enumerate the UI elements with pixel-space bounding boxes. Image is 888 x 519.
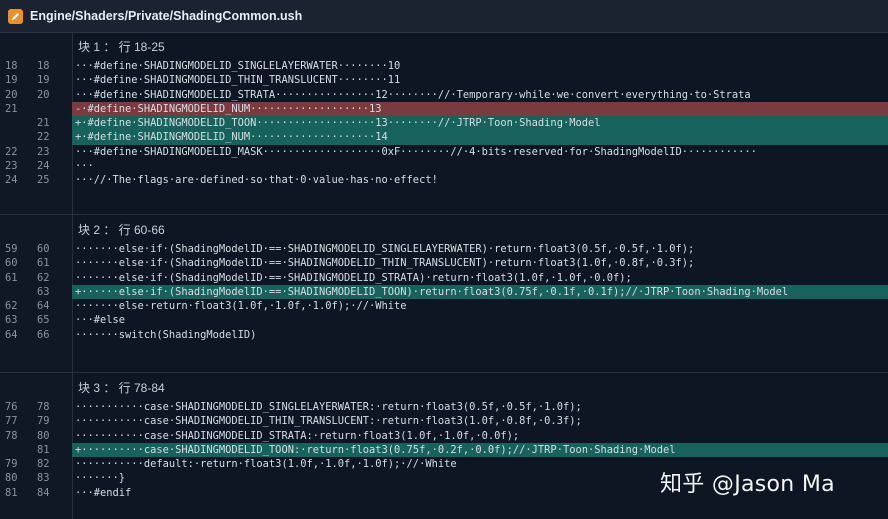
new-line-number: 65 <box>37 314 50 327</box>
code-text[interactable]: ···#define·SHADINGMODELID_SINGLELAYERWAT… <box>72 59 888 73</box>
new-line-number: 81 <box>37 443 50 456</box>
file-path[interactable]: Engine/Shaders/Private/ShadingCommon.ush <box>30 9 302 23</box>
code-text[interactable]: ···#else <box>72 313 888 327</box>
old-line-number: 59 <box>5 243 18 255</box>
new-line-number: 82 <box>37 458 50 471</box>
diff-hunk: 块 2 ： 行 60-66 59 60 ·······else·if·(Shading… <box>0 216 888 342</box>
old-line-number: 22 <box>5 145 18 158</box>
new-line-number: 78 <box>37 401 50 413</box>
old-line-number: 78 <box>5 429 18 442</box>
code-text[interactable]: +·#define·SHADINGMODELID_NUM············… <box>72 130 888 145</box>
old-line-number: 64 <box>5 328 18 341</box>
code-text[interactable]: ···//·The·flags·are·defined·so·that·0·va… <box>72 173 888 187</box>
code-text[interactable]: ·······switch(ShadingModelID) <box>72 328 888 342</box>
code-text[interactable]: ···#define·SHADINGMODELID_STRATA········… <box>72 88 888 102</box>
deleted-line[interactable]: 21 -·#define·SHADINGMODELID_NUM··········… <box>0 101 888 117</box>
new-line-number: 61 <box>37 257 50 270</box>
hunk-header[interactable]: 块 2 ： 行 60-66 <box>0 216 888 242</box>
context-line[interactable]: 77 79 ···········case·SHADINGMODELID_THIN_… <box>0 414 888 428</box>
old-line-number: 76 <box>5 401 18 413</box>
context-line[interactable]: 76 78 ···········case·SHADINGMODELID_SINGL… <box>0 400 888 414</box>
hunk-header[interactable]: 块 1 ： 行 18-25 <box>0 33 888 59</box>
hunk-separator <box>0 372 888 373</box>
new-line-number: 62 <box>37 271 50 284</box>
old-line-number: 21 <box>5 102 18 115</box>
new-line-number: 24 <box>37 160 50 173</box>
new-line-number: 84 <box>37 486 50 499</box>
new-line-number: 66 <box>37 328 50 341</box>
code-text[interactable]: +··········case·SHADINGMODELID_TOON:·ret… <box>72 442 888 458</box>
hunk-header[interactable]: 块 3 ： 行 78-84 <box>0 374 888 400</box>
code-text[interactable]: ···········case·SHADINGMODELID_STRATA:·r… <box>72 429 888 443</box>
old-line-number: 20 <box>5 88 18 101</box>
context-line[interactable]: 62 64 ·······else·return·float3(1.0f,·1.0f… <box>0 299 888 313</box>
old-line-number: 62 <box>5 300 18 313</box>
context-line[interactable]: 20 20 ···#define·SHADINGMODELID_STRATA····… <box>0 88 888 102</box>
code-text[interactable]: ·······else·if·(ShadingModelID·==·SHADIN… <box>72 256 888 270</box>
added-line[interactable]: 81 +··········case·SHADINGMODELID_TOON:·r… <box>0 442 888 458</box>
watermark: 知乎 @Jason Ma <box>660 472 835 497</box>
code-text[interactable]: +·#define·SHADINGMODELID_TOON···········… <box>72 116 888 131</box>
new-line-number: 60 <box>37 243 50 255</box>
new-line-number: 63 <box>37 285 50 298</box>
old-line-number: 18 <box>5 60 18 72</box>
new-line-number: 23 <box>37 145 50 158</box>
context-line[interactable]: 63 65 ···#else <box>0 313 888 327</box>
code-text[interactable]: ···#define·SHADINGMODELID_THIN_TRANSLUCE… <box>72 73 888 87</box>
context-line[interactable]: 18 18 ···#define·SHADINGMODELID_SINGLELAYE… <box>0 59 888 73</box>
old-line-number: 24 <box>5 174 18 187</box>
new-line-number: 79 <box>37 415 50 428</box>
old-line-number: 81 <box>5 486 18 499</box>
old-line-number: 19 <box>5 74 18 87</box>
hunk-separator <box>0 214 888 215</box>
context-line[interactable]: 78 80 ···········case·SHADINGMODELID_STRAT… <box>0 429 888 443</box>
old-line-number: 61 <box>5 271 18 284</box>
context-line[interactable]: 60 61 ·······else·if·(ShadingModelID·==·SH… <box>0 256 888 270</box>
new-line-number: 21 <box>37 117 50 130</box>
added-line[interactable]: 21 +·#define·SHADINGMODELID_TOON·········… <box>0 116 888 131</box>
new-line-number: 80 <box>37 429 50 442</box>
new-line-number: 25 <box>37 174 50 187</box>
code-text[interactable]: +······else·if·(ShadingModelID·==·SHADIN… <box>72 284 888 300</box>
context-line[interactable]: 61 62 ·······else·if·(ShadingModelID·==·SH… <box>0 271 888 285</box>
context-line[interactable]: 24 25 ···//·The·flags·are·defined·so·that·… <box>0 173 888 187</box>
new-line-number: 22 <box>37 131 50 144</box>
old-line-number: 23 <box>5 160 18 173</box>
context-line[interactable]: 23 24 ··· <box>0 159 888 173</box>
context-line[interactable]: 59 60 ·······else·if·(ShadingModelID·==·SH… <box>0 242 888 256</box>
new-line-number: 64 <box>37 300 50 313</box>
code-text[interactable]: ···········case·SHADINGMODELID_THIN_TRAN… <box>72 414 888 428</box>
code-text[interactable]: ·······else·if·(ShadingModelID·==·SHADIN… <box>72 242 888 256</box>
old-line-number: 63 <box>5 314 18 327</box>
new-line-number: 18 <box>37 60 50 72</box>
file-edit-icon <box>8 8 23 24</box>
code-text[interactable]: ·······else·return·float3(1.0f,·1.0f,·1.… <box>72 299 888 313</box>
added-line[interactable]: 22 +·#define·SHADINGMODELID_NUM··········… <box>0 130 888 145</box>
file-title-bar: Engine/Shaders/Private/ShadingCommon.ush <box>0 0 888 33</box>
diff-hunk: 块 1 ： 行 18-25 18 18 ···#define·SHADINGMODEL… <box>0 33 888 188</box>
new-line-number: 19 <box>37 74 50 87</box>
diff-view: 块 1 ： 行 18-25 18 18 ···#define·SHADINGMODEL… <box>0 33 888 519</box>
new-line-number: 20 <box>37 88 50 101</box>
code-text[interactable]: ···#define·SHADINGMODELID_MASK··········… <box>72 145 888 159</box>
code-text[interactable]: ···········case·SHADINGMODELID_SINGLELAY… <box>72 400 888 414</box>
code-text[interactable]: ··· <box>72 159 888 173</box>
old-line-number: 60 <box>5 257 18 270</box>
code-text[interactable]: ·······else·if·(ShadingModelID·==·SHADIN… <box>72 271 888 285</box>
added-line[interactable]: 63 +······else·if·(ShadingModelID·==·SHAD… <box>0 284 888 300</box>
new-line-number: 83 <box>37 472 50 485</box>
old-line-number: 77 <box>5 415 18 428</box>
code-text[interactable]: -·#define·SHADINGMODELID_NUM············… <box>72 101 888 117</box>
context-line[interactable]: 22 23 ···#define·SHADINGMODELID_MASK······… <box>0 145 888 159</box>
context-line[interactable]: 64 66 ·······switch(ShadingModelID) <box>0 328 888 342</box>
old-line-number: 80 <box>5 472 18 485</box>
context-line[interactable]: 19 19 ···#define·SHADINGMODELID_THIN_TRANS… <box>0 73 888 87</box>
old-line-number: 79 <box>5 458 18 471</box>
